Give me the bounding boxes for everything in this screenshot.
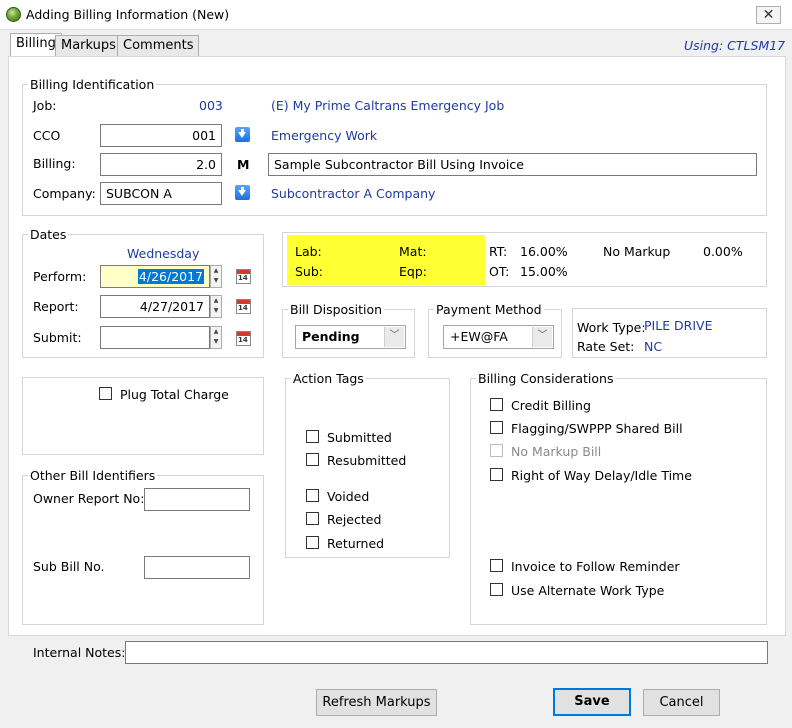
plug-total-charge-label: Plug Total Charge: [120, 387, 229, 402]
work-type-value: PILE DRIVE: [644, 318, 713, 333]
bill-disposition-label: Bill Disposition: [288, 302, 385, 317]
sub-label: Sub:: [295, 264, 324, 279]
flagging-checkbox[interactable]: [490, 421, 503, 434]
report-label: Report:: [33, 299, 79, 314]
perform-calendar-icon[interactable]: [236, 269, 251, 284]
resubmitted-checkbox[interactable]: [306, 453, 319, 466]
resubmitted-label: Resubmitted: [327, 453, 407, 468]
submitted-label: Submitted: [327, 430, 392, 445]
payment-method-value: +EW@FA: [450, 329, 508, 344]
dates-label: Dates: [28, 227, 69, 242]
rt-label: RT:: [489, 244, 508, 259]
ot-label: OT:: [489, 264, 510, 279]
lab-label: Lab:: [295, 244, 322, 259]
company-input[interactable]: SUBCON A: [100, 182, 222, 205]
submit-date-input[interactable]: [100, 326, 210, 349]
report-calendar-icon[interactable]: [236, 299, 251, 314]
save-button[interactable]: Save: [553, 688, 631, 716]
payment-method-label: Payment Method: [434, 302, 544, 317]
returned-checkbox[interactable]: [306, 536, 319, 549]
other-bill-identifiers-label: Other Bill Identifiers: [28, 468, 158, 483]
right-of-way-label: Right of Way Delay/Idle Time: [511, 468, 692, 483]
app-icon: [6, 7, 21, 22]
billing-number-input[interactable]: 2.0: [100, 153, 222, 176]
report-date-input[interactable]: 4/27/2017: [100, 295, 210, 318]
cancel-button[interactable]: Cancel: [643, 689, 720, 716]
rate-set-value: NC: [644, 339, 663, 354]
internal-notes-input[interactable]: [125, 641, 768, 664]
bill-disposition-value: Pending: [302, 329, 360, 344]
window-title: Adding Billing Information (New): [26, 7, 230, 22]
invoice-reminder-checkbox[interactable]: [490, 559, 503, 572]
chevron-down-icon[interactable]: ﹀: [384, 327, 404, 347]
eqp-label: Eqp:: [399, 264, 427, 279]
rejected-label: Rejected: [327, 512, 382, 527]
rejected-checkbox[interactable]: [306, 512, 319, 525]
ot-value: 15.00%: [520, 264, 568, 279]
owner-report-input[interactable]: [144, 488, 250, 511]
no-markup-value: 0.00%: [703, 244, 743, 259]
work-type-label: Work Type:: [577, 320, 646, 335]
no-markup-bill-checkbox: [490, 444, 503, 457]
cco-label: CCO: [33, 128, 61, 143]
company-lookup-icon[interactable]: [235, 185, 250, 200]
submit-calendar-icon[interactable]: [236, 331, 251, 346]
cco-name: Emergency Work: [271, 128, 378, 143]
internal-notes-label: Internal Notes:: [33, 645, 126, 660]
cco-input[interactable]: 001: [100, 124, 222, 147]
job-name: (E) My Prime Caltrans Emergency Job: [271, 98, 505, 113]
sub-bill-label: Sub Bill No.: [33, 559, 105, 574]
using-label: Using: CTLSM17: [684, 38, 786, 53]
alternate-work-type-checkbox[interactable]: [490, 583, 503, 596]
report-date-spinner[interactable]: ▲ ▼: [210, 295, 222, 318]
billing-identification-label: Billing Identification: [28, 77, 157, 92]
submit-date-spinner[interactable]: ▲ ▼: [210, 326, 222, 349]
tab-markups[interactable]: Markups: [55, 35, 122, 57]
billing-m-indicator: M: [237, 157, 250, 172]
mat-label: Mat:: [399, 244, 427, 259]
perform-label: Perform:: [33, 269, 87, 284]
plug-total-charge-checkbox[interactable]: [99, 387, 112, 400]
chevron-down-icon[interactable]: ﹀: [532, 327, 552, 347]
perform-date-value: 4/26/2017: [137, 269, 204, 284]
billing-considerations-label: Billing Considerations: [476, 371, 616, 386]
submitted-checkbox[interactable]: [306, 430, 319, 443]
alternate-work-type-label: Use Alternate Work Type: [511, 583, 665, 598]
action-tags-group: [285, 378, 450, 558]
billing-label: Billing:: [33, 156, 76, 171]
voided-checkbox[interactable]: [306, 489, 319, 502]
sub-bill-input[interactable]: [144, 556, 250, 579]
weekday-label: Wednesday: [127, 246, 200, 261]
rt-value: 16.00%: [520, 244, 568, 259]
perform-date-input[interactable]: 4/26/2017: [100, 265, 210, 288]
action-tags-label: Action Tags: [291, 371, 366, 386]
voided-label: Voided: [327, 489, 370, 504]
job-label: Job:: [33, 98, 57, 113]
flagging-label: Flagging/SWPPP Shared Bill: [511, 421, 683, 436]
submit-label: Submit:: [33, 330, 82, 345]
company-name: Subcontractor A Company: [271, 186, 436, 201]
returned-label: Returned: [327, 536, 385, 551]
right-of-way-checkbox[interactable]: [490, 468, 503, 481]
company-label: Company:: [33, 186, 96, 201]
job-number: 003: [199, 98, 223, 113]
rate-set-label: Rate Set:: [577, 339, 635, 354]
tab-comments[interactable]: Comments: [117, 35, 200, 57]
credit-billing-checkbox[interactable]: [490, 398, 503, 411]
perform-date-spinner[interactable]: ▲ ▼: [210, 265, 222, 288]
cco-lookup-icon[interactable]: [235, 127, 250, 142]
no-markup-label: No Markup: [603, 244, 671, 259]
invoice-reminder-label: Invoice to Follow Reminder: [511, 559, 680, 574]
credit-billing-label: Credit Billing: [511, 398, 591, 413]
billing-description-input[interactable]: Sample Subcontractor Bill Using Invoice: [268, 153, 757, 176]
refresh-markups-button[interactable]: Refresh Markups: [316, 689, 437, 716]
owner-report-label: Owner Report No:: [33, 491, 145, 506]
no-markup-bill-label: No Markup Bill: [511, 444, 602, 459]
close-button[interactable]: ✕: [756, 6, 781, 24]
